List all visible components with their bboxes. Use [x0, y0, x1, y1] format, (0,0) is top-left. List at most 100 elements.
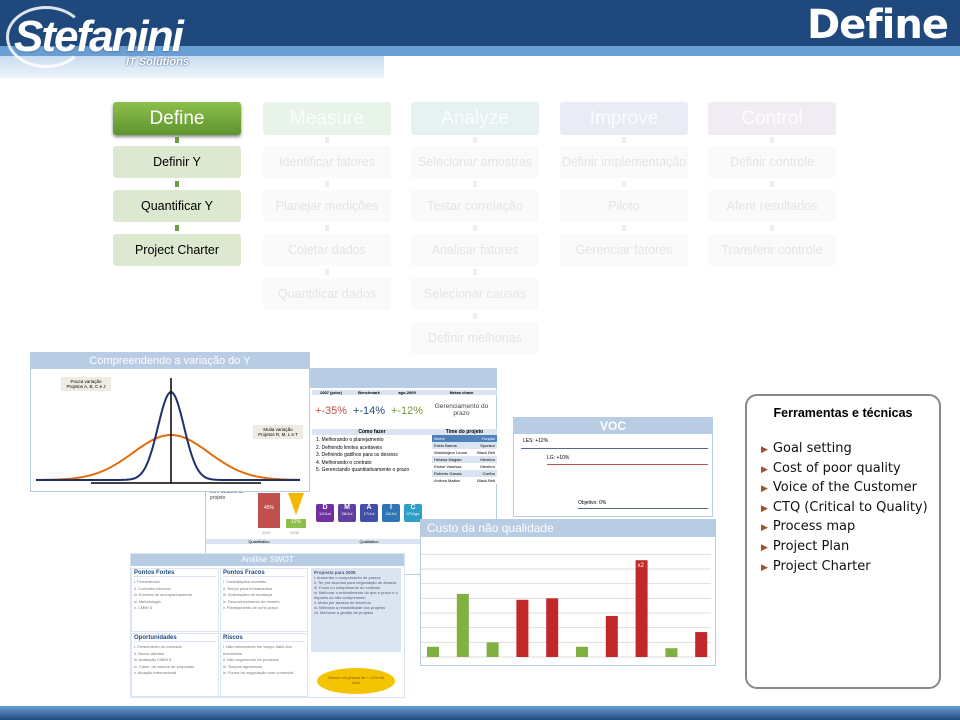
- phase-step[interactable]: Transferir controle: [708, 234, 836, 266]
- bar-annotation: x2: [638, 563, 645, 569]
- voc-panel: VOC LES: +12% LG: +10% Objetivo: 0%: [513, 417, 713, 517]
- how-item: 2. Definindo limites aceitáveis: [316, 444, 382, 451]
- dmaic-timeline: D 12/Jun M 08/Jul A 17/Jul I 24/Jul C 07/Ago: [316, 504, 422, 522]
- arrow-down-icon: [622, 137, 626, 143]
- team-cell: Coelho: [482, 471, 495, 476]
- key-goal: Gerenciamento do prazo: [434, 403, 489, 417]
- phase-step[interactable]: Identificar fatores: [263, 146, 391, 178]
- phase-header-measure[interactable]: Measure: [263, 102, 391, 135]
- swot-opportunities-title: Oportunidades: [134, 635, 216, 642]
- dmaic-letter: A: [366, 504, 372, 511]
- phase-header-analyze[interactable]: Analyze: [411, 102, 539, 135]
- swot-item: v. Planejamento de curto prazo: [223, 605, 279, 610]
- arrow-down-icon: [325, 137, 329, 143]
- dmaic-date: 24/Jul: [385, 511, 397, 516]
- tool-label: Voice of the Customer: [772, 480, 917, 496]
- coq-chart: x2: [421, 553, 711, 658]
- tool-label: Goal setting: [772, 441, 852, 456]
- team-cell: Membro: [480, 457, 495, 462]
- arrow-down-icon: [175, 225, 179, 231]
- metric-value: +-35%: [314, 405, 348, 417]
- phase-step[interactable]: Gerenciar fatores: [560, 234, 688, 266]
- bullet-arrow-icon: ▶: [761, 445, 768, 455]
- tool-item: ▶ Cost of poor quality: [761, 460, 939, 480]
- bullet-arrow-icon: ▶: [761, 523, 768, 534]
- arrow-down-icon: [473, 137, 477, 143]
- header-qualitative: Qualitativo: [359, 539, 379, 544]
- swot-item: iv. Forma de negociação com comercial: [223, 670, 294, 675]
- low-variation-label: Pouca variação Projetos A, B, C e J: [61, 377, 111, 391]
- phase-step[interactable]: Definir implementação: [560, 146, 688, 178]
- phase-header-define[interactable]: Define: [113, 102, 241, 135]
- tool-item: ▶ CTQ (Critical to Quality): [761, 499, 939, 519]
- bar-red: [546, 598, 559, 657]
- lg-line: [547, 464, 708, 465]
- swot-strengths-title: Pontos Fortes: [134, 570, 216, 577]
- voc-title: VOC: [514, 418, 712, 434]
- team-cell: Membro: [480, 464, 495, 469]
- footer-bar: [0, 706, 960, 720]
- swot-panel: Análise SWOT Pontos Fortes i. Ferramentas…: [130, 553, 405, 698]
- arrow-down-icon: [770, 181, 774, 187]
- how-to: Como fazer 1. Melhorando o planejamento 2…: [312, 429, 432, 477]
- phase-step[interactable]: Piloto: [560, 190, 688, 222]
- logo: Stefanini: [14, 12, 184, 61]
- team-cell: Andrea Mattos: [434, 478, 461, 483]
- team-table: Time do projeto Nome Função Edcio Barros Sp…: [432, 429, 497, 484]
- phase-step[interactable]: Coletar dados: [263, 234, 391, 266]
- goal-burst: Desvio em prazos de +-12% do todo: [317, 668, 395, 694]
- phase-step[interactable]: Aferir resultados: [708, 190, 836, 222]
- team-header: Nome: [434, 436, 445, 441]
- bullet-arrow-icon: ▶: [761, 464, 768, 475]
- team-cell: Edcio Barros: [434, 443, 457, 448]
- phase-step[interactable]: Quantificar dados: [263, 278, 391, 310]
- team-cell: Heloisa Magalo: [434, 457, 462, 462]
- phase-step[interactable]: Selecionar causas: [411, 278, 539, 310]
- swot-risks-title: Riscos: [223, 635, 305, 642]
- phase-step[interactable]: Planejar medições: [263, 190, 391, 222]
- dmaic-step: I 24/Jul: [382, 504, 400, 522]
- arrow-down-icon: [473, 181, 477, 187]
- objective-line: [578, 508, 708, 509]
- team-cell: Roberto Garota: [434, 471, 462, 476]
- phase-header-control[interactable]: Control: [708, 102, 836, 135]
- team-cell: Black Belt: [477, 450, 495, 455]
- phase-step[interactable]: Definir melhorias: [411, 322, 539, 354]
- variation-panel: Compreendendo a variação do Y Pouca vari…: [30, 352, 310, 492]
- bullet-arrow-icon: ▶: [761, 484, 768, 495]
- tool-label: CTQ (Critical to Quality): [772, 499, 928, 515]
- bar-2007: 45%: [258, 493, 280, 528]
- dmaic-step: D 12/Jun: [316, 504, 334, 522]
- dmaic-letter: C: [410, 504, 416, 511]
- variation-title: Compreendendo a variação do Y: [31, 353, 309, 369]
- how-item: 3. Definindo gatilhos para os desvios: [316, 452, 398, 458]
- bar-green: [486, 642, 499, 657]
- phase-header-improve[interactable]: Improve: [560, 102, 688, 135]
- phase-step[interactable]: Testar correlação: [411, 190, 539, 222]
- metric-value: +-14%: [352, 405, 386, 417]
- bar-green: [665, 648, 678, 657]
- phase-step[interactable]: Quantificar Y: [113, 190, 241, 222]
- swot-risks: Riscos i. Não treinamento em tempo hábil …: [220, 633, 308, 697]
- objective-label: Objetivo: 0%: [578, 500, 607, 506]
- phase-step[interactable]: Definir Y: [113, 146, 241, 178]
- dmaic-letter: I: [390, 504, 392, 511]
- year-2007: 2007: [262, 530, 271, 535]
- phase-step[interactable]: Selecionar amostras: [411, 146, 539, 178]
- arrow-down-icon: [473, 225, 477, 231]
- bullet-arrow-icon: ▶: [761, 503, 768, 514]
- arrow-down-icon: [622, 181, 626, 187]
- phase-step[interactable]: Definir controle: [708, 146, 836, 178]
- phase-step[interactable]: Project Charter: [113, 234, 241, 266]
- team-row: Heloisa Magalo Membro: [432, 456, 497, 463]
- tool-item: ▶ Voice of the Customer: [761, 479, 939, 499]
- bar-red: [516, 599, 529, 657]
- tool-item: ▶ Goal setting: [761, 440, 939, 460]
- dmaic-letter: M: [344, 504, 350, 511]
- phase-step[interactable]: Analisar fatores: [411, 234, 539, 266]
- lg-label: LG: +10%: [547, 455, 570, 461]
- proposal-box: Proposta para 2008 i. Aumentar o cumprim…: [311, 568, 401, 652]
- proposal-item: vii. Melhorar a gestão de projetos: [314, 610, 374, 615]
- team-cell: Washington Leone: [434, 450, 468, 455]
- swot-title: Análise SWOT: [131, 554, 404, 566]
